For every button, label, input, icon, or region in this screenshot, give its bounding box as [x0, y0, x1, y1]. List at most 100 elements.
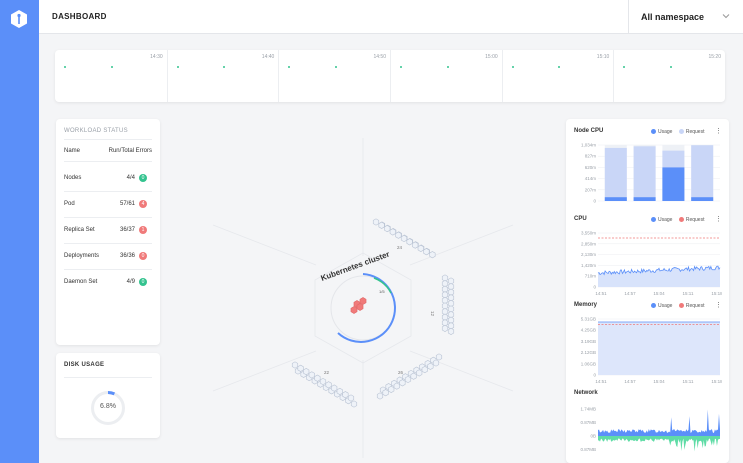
divider [64, 377, 152, 378]
hex-cell[interactable] [336, 387, 343, 395]
event-dot[interactable] [63, 66, 66, 68]
more-icon[interactable]: ⋮ [715, 301, 722, 309]
event-dot[interactable] [110, 66, 113, 68]
hex-cell[interactable] [319, 377, 327, 386]
hex-cell[interactable] [447, 327, 455, 335]
metrics-panel: Node CPU Usage Request ⋮ 1,034m 827m 620m 4… [566, 119, 729, 463]
hex-cell[interactable] [423, 248, 430, 256]
usage-bar[interactable] [604, 197, 627, 201]
event-dot[interactable] [223, 66, 226, 68]
x-tick-label: 14:57 [624, 291, 636, 296]
hex-cell[interactable] [382, 389, 389, 397]
event-dot[interactable] [511, 66, 514, 68]
hex-cell[interactable] [421, 366, 428, 374]
hex-cell[interactable] [372, 218, 380, 226]
y-tick-label: 0.87MB [580, 420, 596, 425]
error-badge: 1 [139, 226, 147, 234]
usage-bar[interactable] [691, 197, 714, 201]
hex-cell[interactable] [378, 221, 385, 229]
hex-cell[interactable] [427, 362, 434, 370]
timeline-column: 15:10 [501, 50, 614, 102]
event-dot[interactable] [176, 66, 179, 68]
hex-cell[interactable] [331, 384, 338, 392]
event-dot[interactable] [335, 66, 338, 68]
node-cpu-legend: Usage Request [651, 129, 704, 135]
y-tick-label: 0.87MB [580, 447, 596, 452]
workload-value: 36/36 [119, 253, 135, 259]
workload-row[interactable]: Nodes 4/4 0 [64, 173, 152, 185]
y-tick-label: 0 [593, 285, 596, 290]
workload-row[interactable]: Deployments 36/36 0 [64, 251, 152, 263]
network-in-area[interactable] [598, 409, 720, 436]
group-label: 26 [398, 370, 404, 375]
cpu-title: CPU [574, 216, 587, 222]
top-bar: DASHBOARD All namespace [39, 0, 743, 34]
workload-title: WORKLOAD STATUS [64, 128, 128, 134]
event-dot[interactable] [288, 66, 291, 68]
y-tick-label: 3.19GB [581, 339, 596, 344]
hex-cell[interactable] [406, 238, 413, 246]
usage-bar[interactable] [633, 197, 656, 201]
hex-cell[interactable] [291, 361, 299, 369]
hex-cell[interactable] [376, 392, 384, 400]
workload-name: Replica Set [64, 227, 95, 233]
hex-cell[interactable] [441, 324, 449, 332]
hex-cell[interactable] [384, 225, 391, 233]
hex-cell[interactable] [342, 391, 349, 399]
y-tick-label: 2,130m [581, 252, 596, 257]
hex-cell[interactable] [435, 353, 443, 361]
hex-cell[interactable] [314, 374, 321, 382]
namespace-select[interactable]: All namespace [628, 0, 743, 34]
legend-usage: Usage [658, 129, 673, 135]
request-bar[interactable] [604, 147, 627, 201]
hex-cell[interactable] [388, 385, 395, 393]
hex-cell[interactable] [395, 231, 402, 239]
hex-cell[interactable] [393, 382, 400, 390]
hex-cell[interactable] [347, 394, 355, 402]
hex-cell[interactable] [356, 303, 364, 311]
workload-row[interactable]: Daemon Set 4/9 0 [64, 277, 152, 289]
usage-bar[interactable] [662, 167, 685, 201]
namespace-label: All namespace [641, 12, 705, 22]
hex-cell[interactable] [350, 306, 358, 314]
x-tick-label: 15:11 [683, 379, 694, 384]
hex-cell[interactable] [389, 228, 396, 236]
hex-cell[interactable] [404, 375, 412, 384]
hex-cell[interactable] [359, 297, 367, 305]
event-dot[interactable] [558, 66, 561, 68]
hex-cell[interactable] [417, 244, 424, 252]
hex-cell[interactable] [400, 234, 408, 243]
hex-cell[interactable] [429, 251, 436, 259]
chevron-down-icon [722, 14, 730, 19]
event-dot[interactable] [446, 66, 449, 68]
hex-cell[interactable] [399, 379, 406, 387]
hex-cell[interactable] [308, 371, 315, 379]
hex-cell[interactable] [325, 381, 332, 389]
timeline-column: 15:00 [390, 50, 502, 102]
hex-cell[interactable] [297, 364, 304, 372]
page-title: DASHBOARD [52, 12, 107, 21]
logo-icon[interactable] [9, 9, 29, 29]
event-dot[interactable] [399, 66, 402, 68]
disk-title: DISK USAGE [64, 362, 105, 368]
timeline-label: 15:10 [596, 54, 610, 60]
request-bar[interactable] [633, 146, 656, 201]
request-bar[interactable] [691, 145, 714, 201]
event-dot[interactable] [670, 66, 673, 68]
hex-cell[interactable] [416, 369, 423, 377]
network-out-area[interactable] [598, 436, 720, 452]
hex-cell[interactable] [432, 359, 440, 367]
event-dot[interactable] [623, 66, 626, 68]
hex-cell[interactable] [412, 241, 419, 249]
timeline-column: 14:50 [278, 50, 390, 102]
workload-row[interactable]: Replica Set 36/37 1 [64, 225, 152, 237]
hex-cell[interactable] [303, 368, 310, 376]
hex-cell[interactable] [350, 400, 358, 408]
more-icon[interactable]: ⋮ [715, 215, 722, 223]
col-value-header: Run/Total Errors [108, 148, 152, 154]
workload-row[interactable]: Pod 57/61 4 [64, 199, 152, 211]
hex-cell[interactable] [410, 372, 417, 380]
more-icon[interactable]: ⋮ [715, 127, 722, 135]
cpu-legend: Usage Request [651, 217, 704, 223]
x-tick-label: 15:11 [683, 291, 694, 296]
